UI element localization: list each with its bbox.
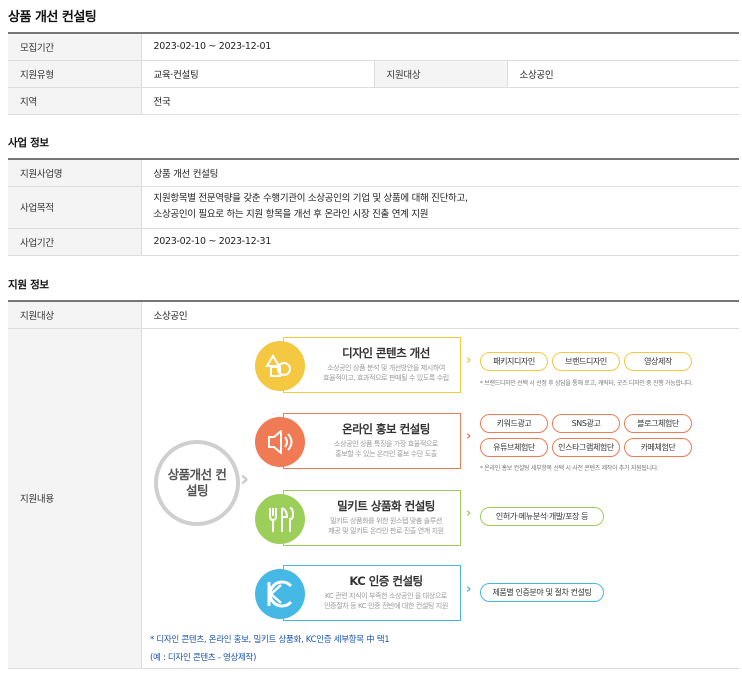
pill-cafe-reviewers: 카페체험단 (624, 438, 692, 457)
chevron-right-icon: › (240, 467, 250, 492)
chevron-right-icon: › (466, 582, 472, 597)
business-period-value: 2023-02-10 ~ 2023-12-31 (141, 228, 739, 256)
business-info-table: 지원사업명 상품 개선 컨설팅 사업목적 지원항목별 전문역량을 갖춘 수행기관… (8, 158, 739, 256)
pill-package-design: 패키지디자인 (480, 352, 548, 371)
card-design-desc-line1: 소상공인 상품 분석 및 개선방안을 제시하여 (327, 364, 445, 372)
pill-blog-reviewers: 블로그체험단 (624, 414, 692, 433)
support-section-title: 지원 정보 (8, 279, 49, 291)
region-value: 전국 (141, 87, 739, 115)
pill-youtube-reviewers: 유튜브체험단 (480, 438, 548, 457)
card-design-desc: 소상공인 상품 분석 및 개선방안을 제시하여 효율적이고, 효과적으로 판매될… (316, 363, 456, 383)
kc-mark-icon (255, 569, 305, 619)
support-type-label: 지원유형 (8, 60, 142, 88)
pill-instagram-reviewers: 인스타그램체험단 (552, 438, 620, 457)
recruit-target-label: 지원대상 (373, 60, 508, 88)
card-design-note: * 브랜드디자인 선택 시 선정 후 상담을 통해 로고, 캐릭터, 굿즈 디자… (480, 380, 693, 387)
card-kc-title: KC 인증 컨설팅 (349, 574, 423, 588)
business-purpose-line2: 소상공인이 필요로 하는 지원 항목을 개선 후 온라인 시장 진출 연계 지원 (153, 209, 429, 220)
card-kc-desc-line2: 인증절차 등 KC 인증 전반에 대한 컨설팅 지원 (324, 602, 448, 610)
chevron-right-icon: › (466, 353, 472, 368)
utensils-icon (255, 494, 305, 544)
card-mealkit-title: 밀키트 상품화 컨설팅 (337, 499, 435, 513)
recruit-target-value: 소상공인 (507, 60, 739, 88)
shapes-icon (255, 341, 305, 391)
business-period-label: 사업기간 (8, 228, 142, 256)
business-section-title: 사업 정보 (8, 137, 49, 149)
pill-mealkit-services: 인허가·메뉴분석·개발/포장 등 (480, 507, 604, 526)
business-purpose-value: 지원항목별 전문역량을 갖춘 수행기관이 소상공인의 기업 및 상품에 대해 진… (141, 186, 739, 229)
card-kc-desc-line1: KC 관련 지식이 부족한 소상공인 을 대상으로 (325, 592, 447, 600)
business-purpose-label: 사업목적 (8, 186, 142, 229)
card-mealkit-desc-line1: 밀키트 상품화를 위한 원스텝 맞춤 솔루션 (330, 517, 442, 525)
support-target-label: 지원대상 (8, 300, 142, 329)
card-online-title: 온라인 홍보 컨설팅 (342, 422, 430, 436)
card-meal-kit: 밀키트 상품화 컨설팅 밀키트 상품화를 위한 원스텝 맞춤 솔루션 제공 및 … (255, 490, 461, 546)
pill-brand-design: 브랜드디자인 (552, 352, 620, 371)
support-target-value: 소상공인 (141, 300, 739, 329)
card-online-desc-line1: 소상공인 상품 특징을 가장 효율적으로 (334, 440, 438, 448)
pill-kc-consulting: 제품별 인증분야 및 절차 컨설팅 (480, 583, 604, 602)
card-online-desc-line2: 홍보할 수 있는 온라인 홍보 수단 도출 (335, 450, 437, 458)
card-mealkit-desc: 밀키트 상품화를 위한 원스텝 맞춤 솔루션 제공 및 밀키트 온라인 판로 진… (316, 516, 456, 536)
card-kc-desc: KC 관련 지식이 부족한 소상공인 을 대상으로 인증절차 등 KC 인증 전… (316, 591, 456, 611)
support-content-infographic: 상품개선 컨설팅 › 디자인 콘텐츠 개선 소상공인 상품 분석 및 개선방안을… (150, 333, 740, 663)
pill-sns-ad: SNS광고 (552, 414, 620, 433)
recruit-info-table: 모집기간 2023-02-10 ~ 2023-12-01 지원유형 교육·컨설팅… (8, 32, 739, 115)
region-label: 지역 (8, 87, 142, 115)
business-name-label: 지원사업명 (8, 158, 142, 187)
center-label: 상품개선 컨설팅 (167, 467, 227, 498)
card-online-desc: 소상공인 상품 특징을 가장 효율적으로 홍보할 수 있는 온라인 홍보 수단 … (316, 439, 456, 459)
card-online-note: * 온라인 홍보 컨설팅 세부항목 선택 시 사전 콘텐츠 제작이 추가 지원됩… (480, 465, 659, 472)
support-content-label: 지원내용 (8, 328, 142, 669)
pill-keyword-ad: 키워드광고 (480, 414, 548, 433)
card-mealkit-desc-line2: 제공 및 밀키트 온라인 판로 진출 연계 지원 (328, 527, 444, 535)
recruit-period-value: 2023-02-10 ~ 2023-12-01 (141, 32, 739, 61)
speaker-icon (255, 417, 305, 467)
card-design-desc-line2: 효율적이고, 효과적으로 판매될 수 있도록 수립 (323, 374, 449, 382)
center-circle: 상품개선 컨설팅 (154, 440, 240, 526)
bottom-note-choose-one: * 디자인 콘텐츠, 온라인 홍보, 밀키트 상품화, KC인증 세부항목 中 … (150, 635, 390, 645)
card-kc-certification: KC 인증 컨설팅 KC 관련 지식이 부족한 소상공인 을 대상으로 인증절차… (255, 565, 461, 621)
card-design-title: 디자인 콘텐츠 개선 (342, 346, 430, 360)
page-title: 상품 개선 컨설팅 (8, 10, 97, 25)
support-type-value: 교육·컨설팅 (141, 60, 374, 88)
chevron-right-icon: › (466, 429, 472, 444)
card-design-content: 디자인 콘텐츠 개선 소상공인 상품 분석 및 개선방안을 제시하여 효율적이고… (255, 337, 461, 393)
card-online-promotion: 온라인 홍보 컨설팅 소상공인 상품 특징을 가장 효율적으로 홍보할 수 있는… (255, 413, 461, 469)
bottom-note-example: (예 : 디자인 콘텐츠 - 영상제작) (150, 653, 257, 663)
recruit-period-label: 모집기간 (8, 32, 142, 61)
business-name-value: 상품 개선 컨설팅 (141, 158, 739, 187)
chevron-right-icon: › (466, 506, 472, 521)
business-purpose-line1: 지원항목별 전문역량을 갖춘 수행기관이 소상공인의 기업 및 상품에 대해 진… (153, 193, 468, 204)
pill-video-production: 영상제작 (624, 352, 692, 371)
